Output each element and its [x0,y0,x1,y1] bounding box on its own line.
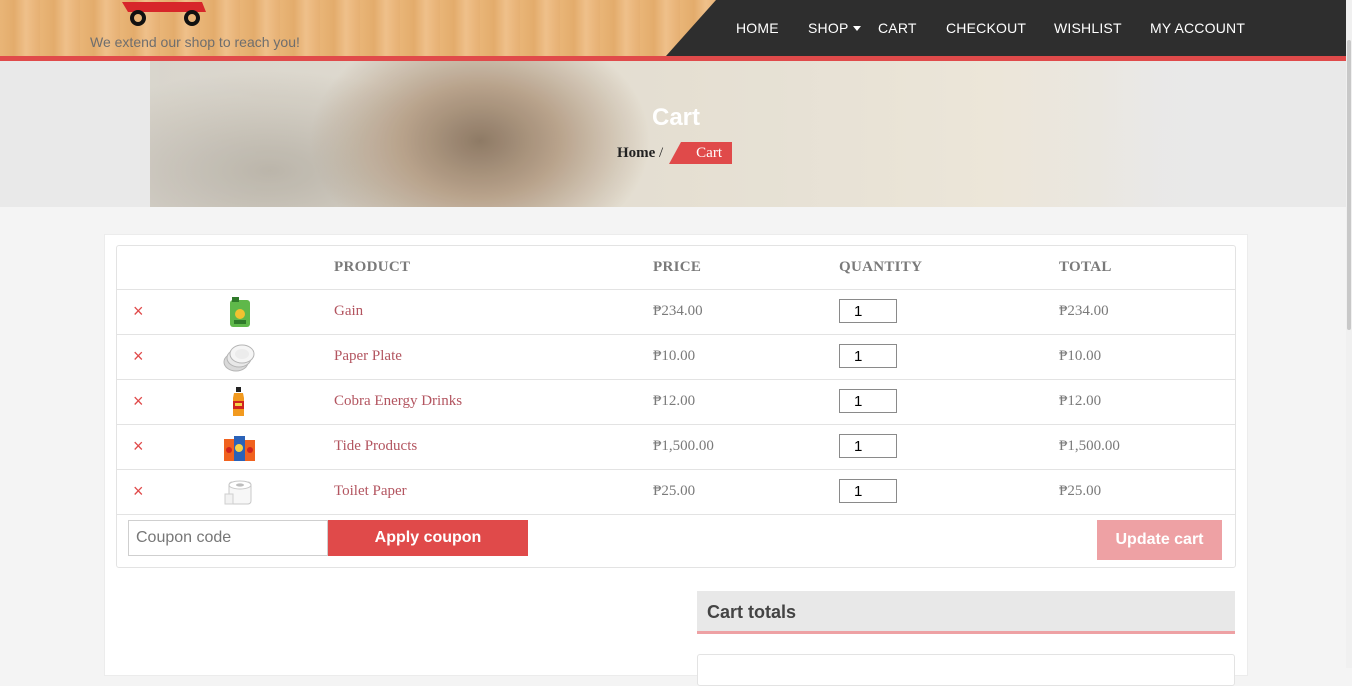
cart-totals-table [697,654,1235,686]
table-row: × Cobra Energy Drinks ₱12.00 ₱12.00 [117,379,1235,425]
product-subtotal: ₱234.00 [1059,303,1109,319]
energy-drink-icon[interactable] [221,386,257,418]
toilet-paper-icon[interactable] [221,476,257,508]
product-subtotal: ₱10.00 [1059,348,1102,364]
column-header-quantity: QUANTITY [839,259,923,275]
product-name-link[interactable]: Paper Plate [334,348,402,365]
nav-shop[interactable]: SHOP [808,20,848,36]
quantity-input[interactable] [839,479,897,503]
nav-wishlist[interactable]: WISHLIST [1054,20,1122,36]
breadcrumb-separator: / [659,145,664,161]
table-row: × Paper Plate ₱10.00 ₱10.00 [117,334,1235,380]
logo-cart-icon[interactable] [118,0,210,30]
cart-totals-header: Cart totals [697,591,1235,634]
product-name-link[interactable]: Toilet Paper [334,483,407,500]
product-subtotal: ₱25.00 [1059,483,1102,499]
cart-table: PRODUCT PRICE QUANTITY TOTAL × Gain ₱234… [116,245,1236,568]
remove-item-icon[interactable]: × [133,391,144,412]
table-header-row: PRODUCT PRICE QUANTITY TOTAL [117,246,1235,290]
chevron-down-icon[interactable] [853,26,861,31]
column-header-price: PRICE [653,259,702,275]
breadcrumb-home[interactable]: Home [617,145,655,162]
nav-cart[interactable]: CART [878,20,917,36]
quantity-input[interactable] [839,344,897,368]
quantity-input[interactable] [839,299,897,323]
table-row: × Tide Products ₱1,500.00 ₱1,500.00 [117,424,1235,470]
product-price: ₱12.00 [653,393,696,409]
column-header-product: PRODUCT [334,259,411,275]
nav-my-account[interactable]: MY ACCOUNT [1150,20,1245,36]
product-name-link[interactable]: Gain [334,303,363,320]
paper-plate-icon[interactable] [221,341,257,373]
banner-background-image [150,61,1210,207]
product-name-link[interactable]: Tide Products [334,438,417,455]
nav-home[interactable]: HOME [736,20,779,36]
product-subtotal: ₱1,500.00 [1059,438,1120,454]
product-price: ₱1,500.00 [653,438,714,454]
banner-fade [1100,61,1352,207]
page-title: Cart [651,104,700,131]
apply-coupon-button[interactable]: Apply coupon [328,520,528,556]
product-price: ₱25.00 [653,483,696,499]
product-name-link[interactable]: Cobra Energy Drinks [334,393,462,410]
quantity-input[interactable] [839,389,897,413]
product-price: ₱234.00 [653,303,703,319]
remove-item-icon[interactable]: × [133,436,144,457]
scrollbar-thumb[interactable] [1347,40,1351,330]
product-price: ₱10.00 [653,348,696,364]
remove-item-icon[interactable]: × [133,346,144,367]
nav-checkout[interactable]: CHECKOUT [946,20,1026,36]
coupon-code-input[interactable] [128,520,328,556]
cart-totals-title: Cart totals [707,602,797,622]
update-cart-button[interactable]: Update cart [1097,520,1222,560]
gain-bottle-icon[interactable] [221,296,257,328]
column-header-total: TOTAL [1059,259,1112,275]
remove-item-icon[interactable]: × [133,301,144,322]
table-row: × Toilet Paper ₱25.00 ₱25.00 [117,469,1235,515]
quantity-input[interactable] [839,434,897,458]
tide-products-icon[interactable] [221,431,257,463]
table-row: × Gain ₱234.00 ₱234.00 [117,289,1235,335]
site-tagline: We extend our shop to reach you! [90,34,300,50]
main-nav: HOME SHOP CART CHECKOUT WISHLIST MY ACCO… [666,0,1352,56]
remove-item-icon[interactable]: × [133,481,144,502]
page-banner [0,61,1352,207]
product-subtotal: ₱12.00 [1059,393,1102,409]
